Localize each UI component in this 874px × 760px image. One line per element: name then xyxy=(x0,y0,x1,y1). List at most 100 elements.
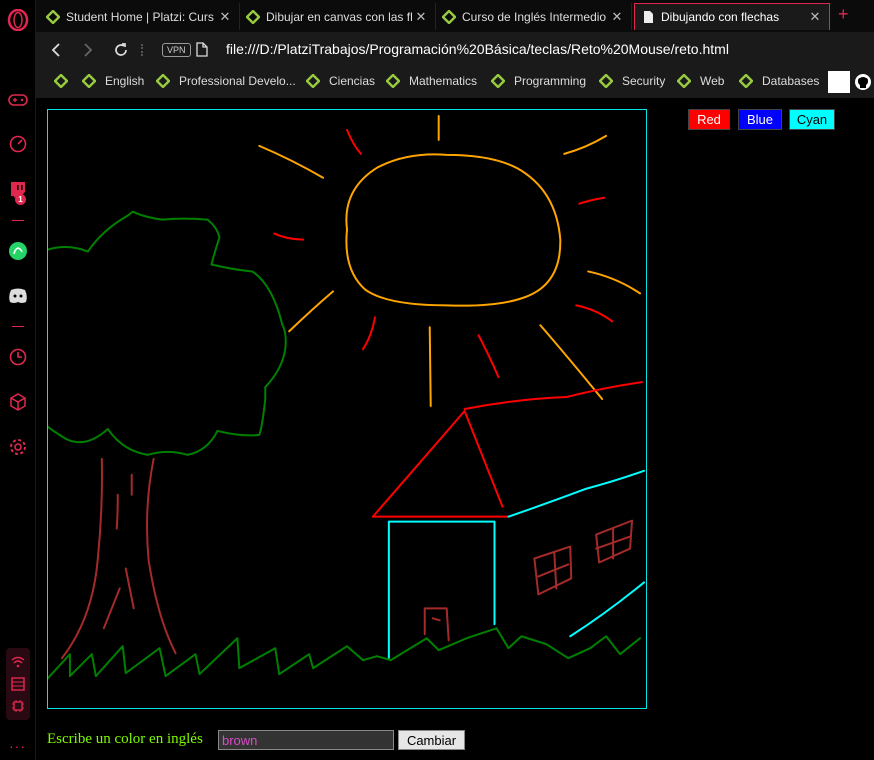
file-page-icon[interactable] xyxy=(196,42,208,62)
platzi-favicon-icon xyxy=(156,74,170,88)
platzi-favicon-icon xyxy=(677,74,691,88)
bookmark-label: Security xyxy=(622,74,666,88)
drawing-canvas[interactable] xyxy=(47,109,647,709)
toolbar-separator xyxy=(141,44,143,56)
bookmark-label: Databases xyxy=(762,74,820,88)
tab-curso-ingles[interactable]: Curso de Inglés Intermedio ✕ xyxy=(436,3,632,30)
tab-title: Dibujar en canvas con las fl xyxy=(266,9,413,24)
tab-student-home[interactable]: Student Home | Platzi: Curs ✕ xyxy=(40,3,240,30)
bookmark-professional-development[interactable]: Professional Develo... xyxy=(156,74,296,88)
bookmark-label: Mathematics xyxy=(409,74,478,88)
platzi-favicon-icon xyxy=(246,9,260,24)
opera-logo-icon[interactable] xyxy=(6,8,30,32)
bookmark-mathematics[interactable]: Mathematics xyxy=(386,74,477,88)
whatsapp-icon[interactable] xyxy=(6,239,30,263)
red-ray xyxy=(575,304,614,323)
bookmark-label: Programming xyxy=(514,74,587,88)
extensions-cube-icon[interactable] xyxy=(6,390,30,414)
cyan-color-button[interactable]: Cyan xyxy=(789,109,835,130)
tree-crown xyxy=(48,210,287,456)
sidebar-divider xyxy=(12,220,24,221)
bookmark-label: Web xyxy=(700,74,725,88)
tab-dibujar-canvas[interactable]: Dibujar en canvas con las fl ✕ xyxy=(240,3,436,30)
platzi-favicon-icon xyxy=(82,74,96,88)
platzi-favicon-icon xyxy=(386,74,400,88)
sidebar-divider xyxy=(12,326,24,327)
change-color-button[interactable]: Cambiar xyxy=(398,730,465,750)
bookmark-web[interactable]: Web xyxy=(677,74,724,88)
new-tab-plus-icon[interactable]: + xyxy=(838,4,849,25)
red-ray xyxy=(273,232,305,241)
twitch-notification-badge: 1 xyxy=(15,194,26,205)
tab-title: Dibujando con flechas xyxy=(661,10,780,24)
house-roof xyxy=(463,381,644,410)
ram-meter-icon[interactable] xyxy=(6,672,30,696)
grass xyxy=(48,627,642,680)
red-color-button[interactable]: Red xyxy=(688,109,730,130)
speedometer-icon[interactable] xyxy=(6,132,30,156)
gamepad-icon[interactable] xyxy=(6,88,30,112)
red-ray xyxy=(361,316,376,351)
tab-dibujando-flechas[interactable]: Dibujando con flechas ✕ xyxy=(634,3,830,30)
sun-ray xyxy=(288,290,335,333)
discord-icon[interactable] xyxy=(6,284,30,308)
sidebar-status-panel xyxy=(6,648,30,720)
forward-arrow-icon[interactable] xyxy=(78,40,98,60)
cpu-chip-icon[interactable] xyxy=(6,694,30,718)
sun-ray xyxy=(539,324,604,401)
tree-trunk xyxy=(115,493,119,530)
house-door xyxy=(423,607,450,642)
sidebar-more-icon[interactable]: ··· xyxy=(9,738,26,754)
history-clock-icon[interactable] xyxy=(6,345,30,369)
close-tab-icon[interactable]: ✕ xyxy=(807,9,823,25)
sun xyxy=(345,153,562,307)
tab-title: Curso de Inglés Intermedio xyxy=(462,9,607,24)
url-field[interactable]: file:///D:/PlatziTrabajos/Programación%2… xyxy=(226,41,729,57)
house-wall xyxy=(387,520,496,660)
bookmark-security[interactable]: Security xyxy=(599,74,665,88)
opera-sidebar: 1 ··· xyxy=(0,0,36,760)
page-content: Red Blue Cyan Escribe un color en inglés… xyxy=(36,98,874,760)
bookmark-label: English xyxy=(105,74,145,88)
tree-trunk xyxy=(60,457,103,660)
platzi-favicon-icon xyxy=(46,9,60,24)
house-wall xyxy=(507,469,646,518)
sun-ray xyxy=(258,144,325,179)
bookmark-platzi-blank[interactable] xyxy=(54,74,77,88)
bookmark-english[interactable]: English xyxy=(82,74,144,88)
bookmark-blank-page-icon[interactable] xyxy=(828,71,850,93)
close-tab-icon[interactable]: ✕ xyxy=(217,9,233,25)
file-page-icon xyxy=(644,11,653,23)
close-tab-icon[interactable]: ✕ xyxy=(413,9,429,25)
reload-icon[interactable] xyxy=(111,40,131,60)
settings-gear-icon[interactable] xyxy=(6,435,30,459)
tree-trunk xyxy=(124,567,135,610)
color-text-input[interactable] xyxy=(218,730,394,750)
close-tab-icon[interactable]: ✕ xyxy=(609,9,625,25)
tree-trunk xyxy=(102,587,121,630)
bookmark-ciencias[interactable]: Ciencias xyxy=(306,74,375,88)
bookmarks-bar: English Professional Develo... Ciencias … xyxy=(36,68,874,98)
red-ray xyxy=(346,128,362,155)
blue-color-button[interactable]: Blue xyxy=(738,109,782,130)
tab-strip: Student Home | Platzi: Curs ✕ Dibujar en… xyxy=(36,0,874,32)
platzi-favicon-icon xyxy=(54,74,68,88)
address-toolbar: VPN file:///D:/PlatziTrabajos/Programaci… xyxy=(36,32,874,68)
back-arrow-icon[interactable] xyxy=(46,40,66,60)
platzi-favicon-icon xyxy=(306,74,320,88)
vpn-badge[interactable]: VPN xyxy=(162,43,191,57)
red-ray xyxy=(578,196,606,205)
bookmark-programming[interactable]: Programming xyxy=(491,74,586,88)
red-ray xyxy=(477,334,500,379)
house-window xyxy=(533,545,573,596)
github-icon[interactable] xyxy=(854,73,872,96)
platzi-favicon-icon xyxy=(599,74,613,88)
platzi-favicon-icon xyxy=(739,74,753,88)
sun-ray xyxy=(563,134,608,155)
wifi-icon[interactable] xyxy=(6,650,30,674)
house-window xyxy=(595,519,634,564)
tree-trunk xyxy=(146,457,177,655)
bookmark-databases[interactable]: Databases xyxy=(739,74,819,88)
house-wall xyxy=(569,581,646,638)
platzi-favicon-icon xyxy=(442,9,456,24)
